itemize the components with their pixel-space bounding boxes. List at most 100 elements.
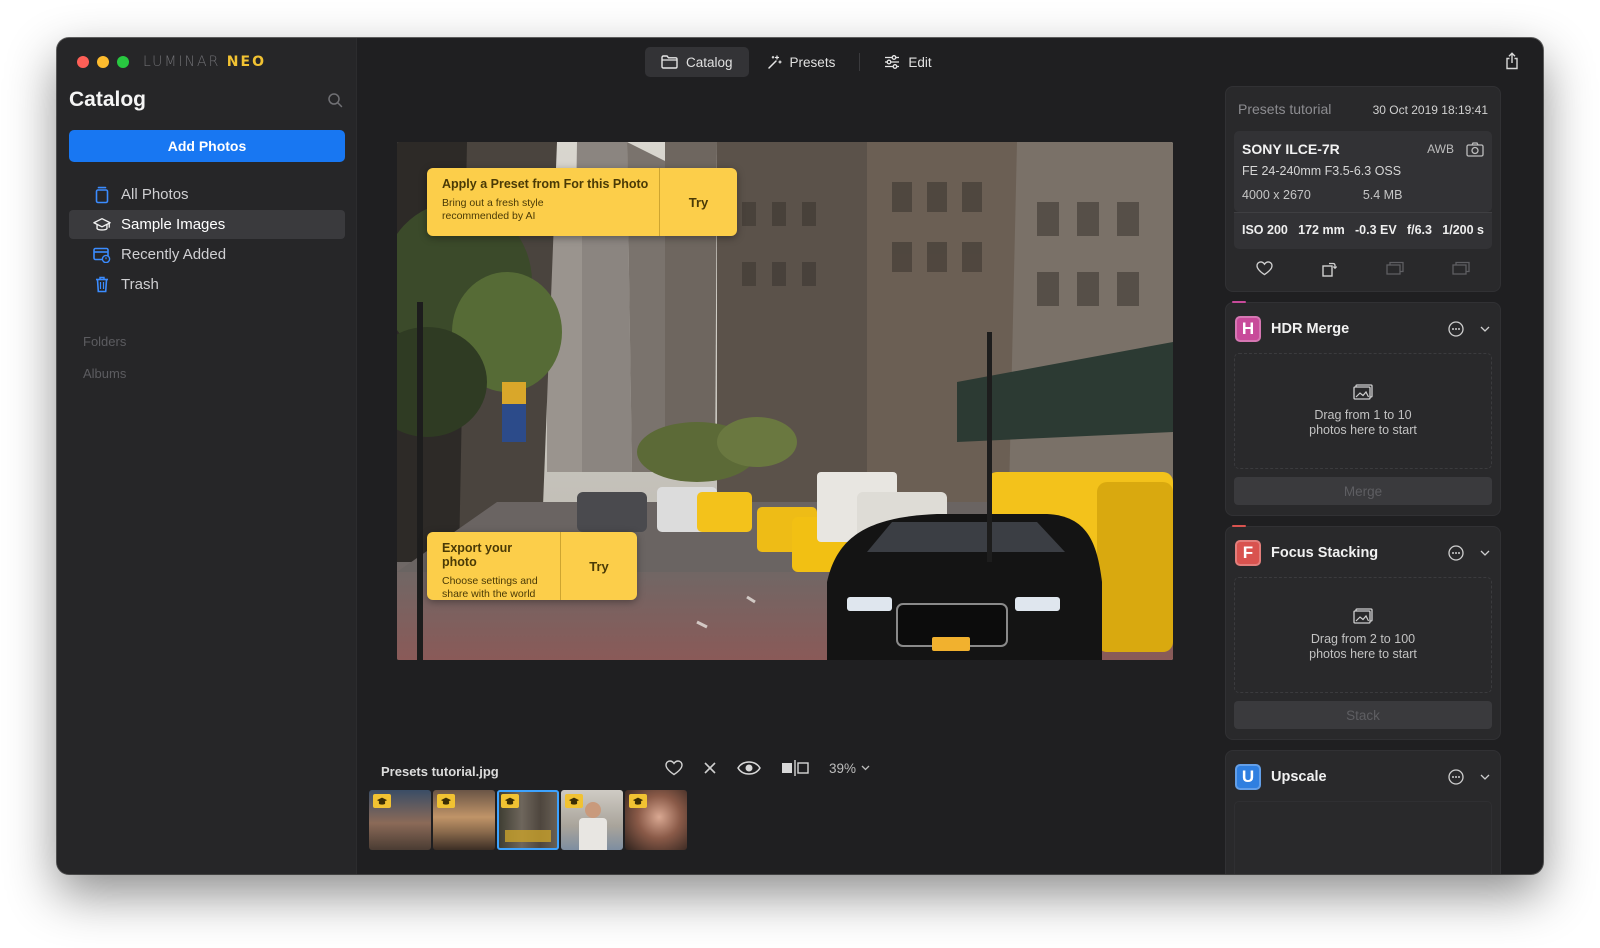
focus-drop-zone[interactable]: Drag from 2 to 100 photos here to start [1234,577,1492,693]
chevron-down-icon[interactable] [1480,774,1490,780]
folders-section[interactable]: Folders [83,334,126,349]
image-name: Presets tutorial [1238,101,1332,117]
iso-value: ISO 200 [1242,223,1288,237]
zoom-dropdown[interactable]: 39% [829,761,870,776]
sidebar-item-label: All Photos [121,186,189,203]
drop-hint: Drag from 1 to 10 [1314,408,1412,422]
eye-icon[interactable] [737,761,761,775]
capture-date: 30 Oct 2019 18:19:41 [1372,103,1488,117]
mode-tabs: Catalog Presets Edit [645,47,948,77]
close-window-button[interactable] [77,56,89,68]
thumbnail-selected[interactable] [497,790,559,850]
albums-section[interactable]: Albums [83,366,126,381]
graduation-cap-icon [565,794,583,808]
trash-icon [93,276,111,294]
tab-divider [859,53,861,71]
graduation-cap-icon [373,794,391,808]
copy-icon[interactable] [1385,261,1404,275]
chevron-down-icon[interactable] [1480,550,1490,556]
minimize-window-button[interactable] [97,56,109,68]
camera-icon [1466,141,1484,157]
more-options-icon[interactable] [1448,320,1464,337]
sidebar-item-label: Trash [121,276,159,293]
tool-accent [1232,301,1246,303]
exif-row: ISO 200 172 mm -0.3 EV f/6.3 1/200 s [1234,212,1492,249]
thumbnail[interactable] [625,790,687,850]
export-tip-card: Export your photo Choose settings and sh… [427,532,637,600]
filmstrip [369,790,687,850]
hdr-drop-zone[interactable]: Drag from 1 to 10 photos here to start [1234,353,1492,469]
zoom-window-button[interactable] [117,56,129,68]
sidebar: LUMINAR NEO Catalog Add Photos All Photo… [57,38,357,874]
thumbnail[interactable] [561,790,623,850]
thumbnail[interactable] [433,790,495,850]
tip-line: recommended by AI [442,210,536,222]
graduation-cap-icon [629,794,647,808]
add-photos-button[interactable]: Add Photos [69,130,345,162]
compare-icon[interactable] [781,760,809,776]
chevron-down-icon [861,765,870,771]
image-dimensions: 4000 x 2670 [1242,188,1311,202]
tool-title: HDR Merge [1271,320,1350,337]
try-preset-button[interactable]: Try [660,168,737,236]
photos-icon [1353,384,1373,400]
sidebar-item-recently-added[interactable]: Recently Added [69,240,345,269]
photo-canvas[interactable]: Apply a Preset from For this Photo Bring… [397,142,1173,660]
upscale-drop-zone[interactable] [1234,801,1492,874]
app-logo: LUMINAR NEO [143,54,266,70]
tool-accent [1232,525,1246,527]
search-icon[interactable] [327,92,343,108]
thumbnail[interactable] [369,790,431,850]
page-title: Catalog [69,88,147,111]
paste-icon[interactable] [1452,261,1470,275]
sidebar-item-sample-images[interactable]: Sample Images [69,210,345,239]
drop-hint: photos here to start [1309,647,1417,661]
focus-stacking-panel: F Focus Stacking Drag from 2 to 100 phot… [1225,525,1501,740]
stack-button[interactable]: Stack [1234,701,1492,729]
merge-button[interactable]: Merge [1234,477,1492,505]
tip-title: Export your photo [442,541,513,569]
white-balance: AWB [1427,142,1454,156]
hdr-merge-panel: H HDR Merge Drag from 1 to 10 photos her… [1225,301,1501,516]
chevron-down-icon[interactable] [1480,326,1490,332]
tip-line: Bring out a fresh style [442,197,544,209]
tab-catalog[interactable]: Catalog [645,47,749,77]
sidebar-item-label: Sample Images [121,216,226,233]
share-icon[interactable] [1505,52,1519,70]
tab-edit[interactable]: Edit [868,47,947,77]
sidebar-item-all-photos[interactable]: All Photos [69,180,345,209]
camera-info: SONY ILCE-7R AWB FE 24-240mm F3.5-6.3 OS… [1234,131,1492,212]
try-export-button[interactable]: Try [561,532,637,600]
sliders-icon [885,55,900,69]
image-info-card: Presets tutorial 30 Oct 2019 18:19:41 SO… [1225,86,1501,292]
catalog-nav: All Photos Sample Images Recently Added … [69,180,345,300]
heart-icon[interactable] [1256,261,1273,276]
sidebar-item-label: Recently Added [121,246,227,263]
presets-icon [767,54,782,69]
tab-presets[interactable]: Presets [751,47,852,77]
more-options-icon[interactable] [1448,768,1464,785]
upscale-panel: U Upscale [1225,750,1501,874]
tip-line: share with the world [442,588,536,600]
reject-icon[interactable] [703,761,717,775]
file-size: 5.4 MB [1362,188,1403,202]
right-panel: Presets tutorial 30 Oct 2019 18:19:41 SO… [1225,86,1501,874]
heart-icon[interactable] [665,760,683,776]
graduation-cap-icon [501,794,519,808]
camera-model: SONY ILCE-7R [1242,141,1340,157]
tip-title: Apply a Preset from For this Photo [442,177,649,191]
recently-added-icon [93,246,111,264]
window-controls [77,56,129,68]
shutter-speed: 1/200 s [1442,223,1484,237]
focal-length: 172 mm [1298,223,1345,237]
hdr-merge-badge: H [1235,315,1261,342]
more-options-icon[interactable] [1448,544,1464,561]
filmstrip-controls: 39% [665,760,870,776]
preset-tip-card: Apply a Preset from For this Photo Bring… [427,168,737,236]
focus-stacking-badge: F [1235,539,1261,566]
rotate-icon[interactable] [1321,261,1338,277]
sidebar-item-trash[interactable]: Trash [69,270,345,299]
graduation-cap-icon [93,216,111,234]
folder-icon [661,55,678,69]
all-photos-icon [93,186,111,204]
